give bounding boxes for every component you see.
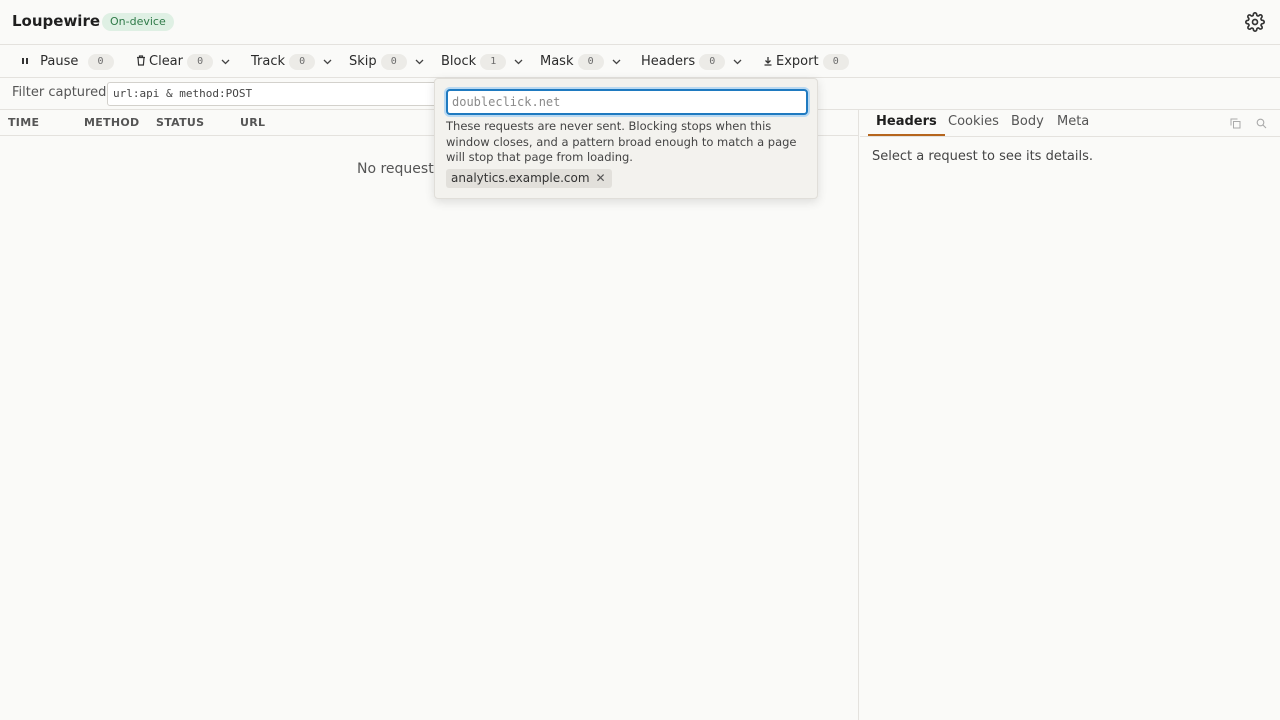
headers-label: Headers — [641, 54, 696, 69]
filter-label: Filter captured — [12, 85, 107, 100]
chevron-down-icon[interactable] — [323, 59, 332, 65]
detail-empty-message: Select a request to see its details. — [872, 149, 1094, 164]
column-header-time[interactable]: TIME — [8, 116, 39, 129]
column-header-status[interactable]: STATUS — [156, 116, 204, 129]
copy-icon[interactable] — [1230, 118, 1241, 129]
export-button[interactable]: Export 0 — [763, 51, 849, 73]
mask-button[interactable]: Mask 0 — [540, 51, 621, 73]
download-icon — [764, 57, 772, 66]
skip-button[interactable]: Skip 0 — [349, 51, 424, 73]
track-label: Track — [251, 54, 286, 69]
skip-count: 0 — [380, 54, 407, 70]
blocked-pattern-chip: analytics.example.com ✕ — [446, 169, 612, 188]
remove-icon[interactable]: ✕ — [596, 171, 606, 185]
track-count: 0 — [289, 54, 316, 70]
gear-icon[interactable] — [1245, 12, 1265, 32]
pause-button[interactable]: Pause 0 — [20, 51, 114, 73]
toolbar: Pause 0 Clear 0 Track 0 Skip 0 Block 1 M… — [0, 45, 1280, 78]
chevron-down-icon[interactable] — [733, 59, 742, 65]
track-button[interactable]: Track 0 — [251, 51, 332, 73]
block-help-text: These requests are never sent. Blocking … — [446, 119, 797, 164]
mask-label: Mask — [540, 54, 574, 69]
on-device-badge: On-device — [102, 13, 174, 31]
column-header-url[interactable]: URL — [240, 116, 265, 129]
chevron-down-icon[interactable] — [612, 59, 621, 65]
block-button[interactable]: Block 1 — [441, 51, 523, 73]
pause-label: Pause — [40, 54, 79, 69]
pause-icon — [22, 58, 28, 64]
empty-list-message: No requests — [357, 161, 441, 177]
blocked-pattern-label: analytics.example.com — [451, 171, 590, 185]
search-icon[interactable] — [1256, 118, 1267, 129]
detail-pane: Headers Cookies Body Meta Select a reque… — [860, 110, 1280, 720]
clear-label: Clear — [149, 54, 183, 69]
title-bar: Loupewire On-device — [0, 0, 1280, 45]
tab-meta[interactable]: Meta — [1049, 114, 1097, 136]
block-label: Block — [441, 54, 477, 69]
block-pattern-input[interactable] — [446, 89, 808, 115]
app-title: Loupewire — [12, 12, 101, 30]
export-count: 0 — [822, 54, 849, 70]
block-count: 1 — [480, 54, 507, 70]
request-list-pane: TIME METHOD STATUS URL No requests — [0, 110, 859, 720]
tab-body[interactable]: Body — [1003, 114, 1052, 136]
clear-button[interactable]: Clear 0 — [136, 51, 230, 73]
tab-cookies[interactable]: Cookies — [940, 114, 1007, 136]
tab-headers[interactable]: Headers — [868, 114, 945, 136]
detail-tabs: Headers Cookies Body Meta — [860, 110, 1280, 137]
clear-count: 0 — [187, 54, 214, 70]
skip-label: Skip — [349, 54, 377, 69]
export-label: Export — [776, 54, 819, 69]
headers-count: 0 — [699, 54, 726, 70]
trash-icon — [137, 55, 145, 66]
block-popover: These requests are never sent. Blocking … — [434, 78, 818, 199]
chevron-down-icon[interactable] — [514, 59, 523, 65]
column-header-method[interactable]: METHOD — [84, 116, 139, 129]
chevron-down-icon[interactable] — [221, 59, 230, 65]
chevron-down-icon[interactable] — [415, 59, 424, 65]
headers-button[interactable]: Headers 0 — [641, 51, 742, 73]
mask-count: 0 — [577, 54, 604, 70]
pause-count: 0 — [87, 54, 114, 70]
